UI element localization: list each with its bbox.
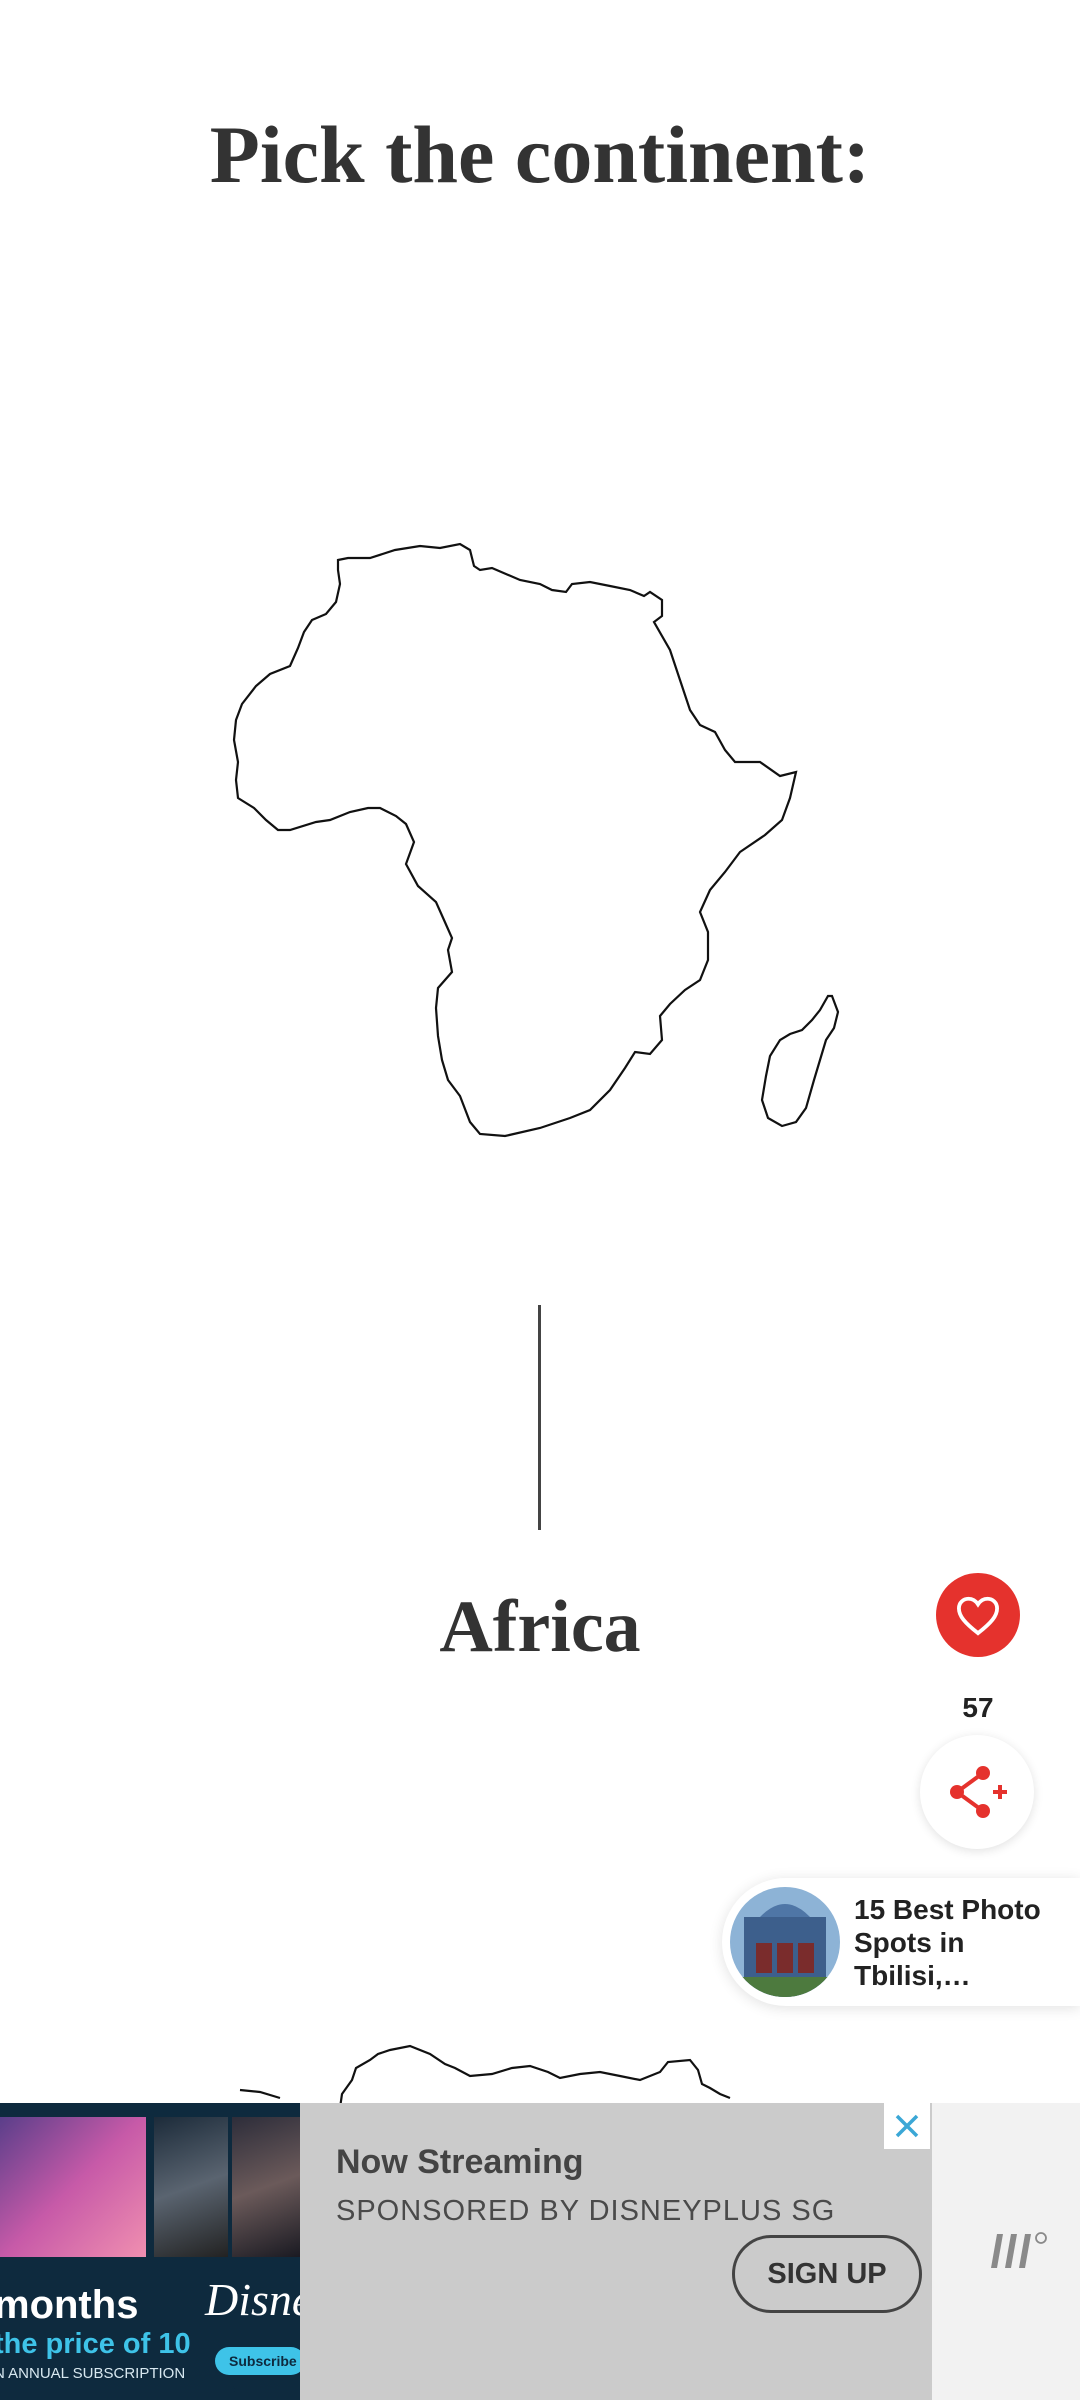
close-icon	[895, 2114, 919, 2138]
ad-poster	[154, 2117, 228, 2257]
page-title: Pick the continent:	[209, 109, 871, 200]
ad-sponsor: SPONSORED BY DISNEYPLUS SG	[336, 2195, 836, 2227]
next-map-preview	[239, 2044, 731, 2109]
related-article-thumbnail	[730, 1887, 840, 1997]
ad-banner[interactable]: months the price of 10 N ANNUAL SUBSCRIP…	[0, 2103, 1080, 2400]
ad-body[interactable]: Now Streaming SPONSORED BY DISNEYPLUS SG…	[300, 2103, 932, 2400]
ad-poster	[232, 2117, 300, 2257]
related-article-title: 15 Best Photo Spots in Tbilisi,…	[854, 1893, 1041, 1991]
ad-title: Now Streaming	[336, 2143, 584, 2181]
ad-image-months: months	[0, 2283, 139, 2327]
ad-signup-button[interactable]: SIGN UP	[732, 2235, 922, 2313]
ad-image-brand: Disne	[205, 2274, 300, 2325]
share-button[interactable]	[920, 1735, 1034, 1849]
ad-image-price: the price of 10	[0, 2328, 191, 2360]
share-icon	[950, 1766, 1007, 1818]
related-article-card[interactable]: 15 Best Photo Spots in Tbilisi,…	[722, 1878, 1080, 2006]
ad-image-annual: N ANNUAL SUBSCRIPTION	[0, 2365, 186, 2382]
answer-label: Africa	[439, 1586, 641, 1668]
ad-poster	[0, 2117, 146, 2257]
ad-image[interactable]: months the price of 10 N ANNUAL SUBSCRIP…	[0, 2103, 300, 2400]
like-button[interactable]	[936, 1573, 1020, 1657]
heart-icon	[956, 1596, 1000, 1636]
africa-map	[232, 542, 840, 1138]
divider-line	[538, 1305, 541, 1530]
ad-network-logo	[991, 2232, 1047, 2268]
ad-image-subscribe: Subscribe N	[215, 2347, 300, 2397]
ad-close-button[interactable]	[884, 2103, 930, 2149]
